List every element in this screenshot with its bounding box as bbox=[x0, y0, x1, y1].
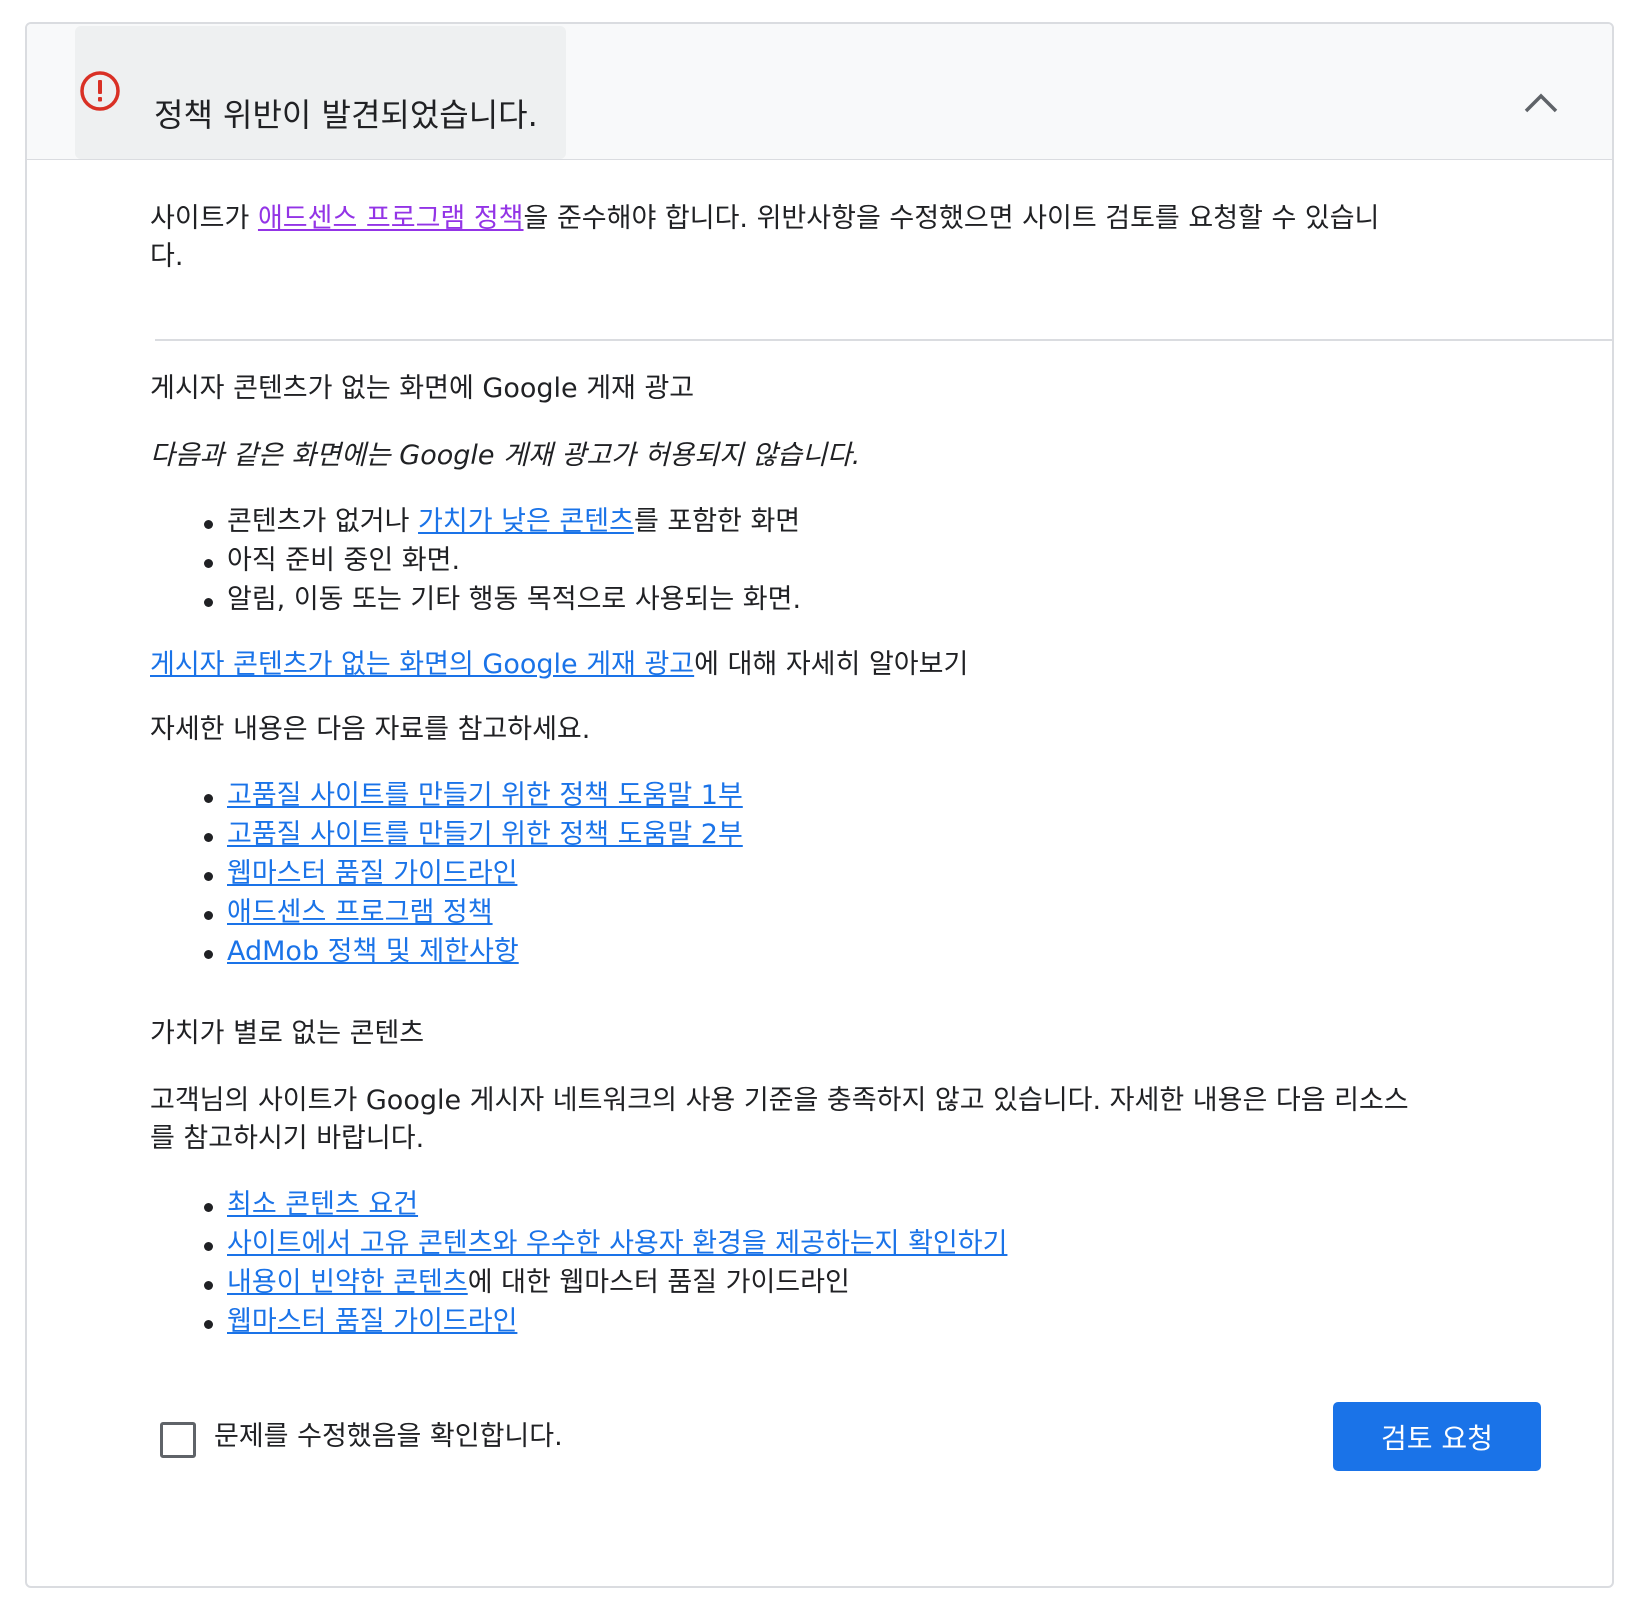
bullet1-text-after: 를 포함한 화면 bbox=[633, 506, 801, 537]
learn-more-line: 게시자 콘텐츠가 없는 화면의 Google 게재 광고에 대해 자세히 알아보… bbox=[150, 645, 968, 685]
ref-link-adsense-policy[interactable]: 애드센스 프로그램 정책 bbox=[227, 897, 493, 928]
bullet-dot bbox=[204, 911, 213, 920]
section2-body-line-1: 고객님의 사이트가 Google 게시자 네트워크의 사용 기준을 충족하지 않… bbox=[150, 1085, 1409, 1116]
bullet-dot bbox=[204, 1281, 213, 1290]
header-title: 정책 위반이 발견되었습니다. bbox=[154, 96, 538, 134]
intro-line-1: 사이트가 애드센스 프로그램 정책을 준수해야 합니다. 위반사항을 수정했으면… bbox=[150, 199, 1379, 239]
thin-content-text-after: 에 대한 웹마스터 품질 가이드라인 bbox=[467, 1267, 850, 1298]
learn-more-link[interactable]: 게시자 콘텐츠가 없는 화면의 Google 게재 광고 bbox=[150, 649, 694, 680]
ref-link-quality-1[interactable]: 고품질 사이트를 만들기 위한 정책 도움말 1부 bbox=[227, 780, 743, 811]
error-circle-icon bbox=[80, 71, 120, 111]
bullet-dot bbox=[204, 598, 213, 607]
ref-link-webmaster[interactable]: 웹마스터 품질 가이드라인 bbox=[227, 858, 517, 889]
section2-body-line-2: 를 참고하시기 바랍니다. bbox=[150, 1123, 425, 1154]
confirm-checkbox-label[interactable]: 문제를 수정했음을 확인합니다. bbox=[214, 1417, 563, 1457]
card-header[interactable]: 정책 위반이 발견되었습니다. bbox=[27, 24, 1612, 160]
ref-link-admob[interactable]: AdMob 정책 및 제한사항 bbox=[227, 936, 519, 967]
ref-link-item: 고품질 사이트를 만들기 위한 정책 도움말 1부 bbox=[227, 776, 743, 816]
bullet-dot bbox=[204, 1320, 213, 1329]
section2-heading: 가치가 별로 없는 콘텐츠 bbox=[150, 1018, 425, 1049]
section1-bullet-3: 알림, 이동 또는 기타 행동 목적으로 사용되는 화면. bbox=[227, 584, 802, 615]
ref-link-item: 웹마스터 품질 가이드라인 bbox=[227, 854, 517, 894]
ref-link-item: AdMob 정책 및 제한사항 bbox=[227, 932, 519, 972]
min-content-link[interactable]: 최소 콘텐츠 요건 bbox=[227, 1189, 418, 1220]
section1-heading: 게시자 콘텐츠가 없는 화면에 Google 게재 광고 bbox=[150, 373, 695, 404]
intro-line-2: 다. bbox=[150, 241, 184, 272]
bullet-dot bbox=[204, 872, 213, 881]
bullet-dot bbox=[204, 1242, 213, 1251]
learn-more-text-after: 에 대해 자세히 알아보기 bbox=[694, 649, 969, 680]
thin-content-link[interactable]: 내용이 빈약한 콘텐츠 bbox=[227, 1267, 468, 1298]
section1-bullet-1: 콘텐츠가 없거나 가치가 낮은 콘텐츠를 포함한 화면 bbox=[227, 502, 800, 542]
ref-link-quality-2[interactable]: 고품질 사이트를 만들기 위한 정책 도움말 2부 bbox=[227, 819, 743, 850]
section2-link-item: 내용이 빈약한 콘텐츠에 대한 웹마스터 품질 가이드라인 bbox=[227, 1263, 850, 1303]
ref-link-item: 고품질 사이트를 만들기 위한 정책 도움말 2부 bbox=[227, 815, 743, 855]
bullet-dot bbox=[204, 1203, 213, 1212]
webmaster-guidelines-link[interactable]: 웹마스터 품질 가이드라인 bbox=[227, 1306, 517, 1337]
bullet-dot bbox=[204, 520, 213, 529]
low-value-content-link[interactable]: 가치가 낮은 콘텐츠 bbox=[418, 506, 634, 537]
section1-bullet-2: 아직 준비 중인 화면. bbox=[227, 545, 461, 576]
section2-link-item: 사이트에서 고유 콘텐츠와 우수한 사용자 환경을 제공하는지 확인하기 bbox=[227, 1224, 1007, 1264]
bullet-dot bbox=[204, 833, 213, 842]
adsense-policy-link[interactable]: 애드센스 프로그램 정책 bbox=[258, 203, 524, 234]
unique-content-link[interactable]: 사이트에서 고유 콘텐츠와 우수한 사용자 환경을 제공하는지 확인하기 bbox=[227, 1228, 1007, 1259]
section2-link-item: 웹마스터 품질 가이드라인 bbox=[227, 1302, 517, 1342]
section2-link-item: 최소 콘텐츠 요건 bbox=[227, 1185, 418, 1225]
policy-violation-card: 정책 위반이 발견되었습니다. 사이트가 애드센스 프로그램 정책을 준수해야 … bbox=[25, 22, 1614, 1588]
chevron-up-icon[interactable] bbox=[1517, 84, 1565, 120]
request-review-button[interactable]: 검토 요청 bbox=[1333, 1402, 1541, 1471]
refs-intro: 자세한 내용은 다음 자료를 참고하세요. bbox=[150, 714, 591, 745]
divider bbox=[155, 339, 1612, 341]
bullet-dot bbox=[204, 559, 213, 568]
bullet1-text-before: 콘텐츠가 없거나 bbox=[227, 506, 419, 537]
bullet-dot bbox=[204, 794, 213, 803]
intro-text-after: 을 준수해야 합니다. 위반사항을 수정했으면 사이트 검토를 요청할 수 있습… bbox=[523, 203, 1380, 234]
bullet-dot bbox=[204, 950, 213, 959]
intro-text-before: 사이트가 bbox=[150, 203, 258, 234]
section1-subtitle: 다음과 같은 화면에는 Google 게재 광고가 허용되지 않습니다. bbox=[150, 440, 861, 471]
confirm-checkbox[interactable] bbox=[160, 1422, 196, 1458]
ref-link-item: 애드센스 프로그램 정책 bbox=[227, 893, 493, 933]
